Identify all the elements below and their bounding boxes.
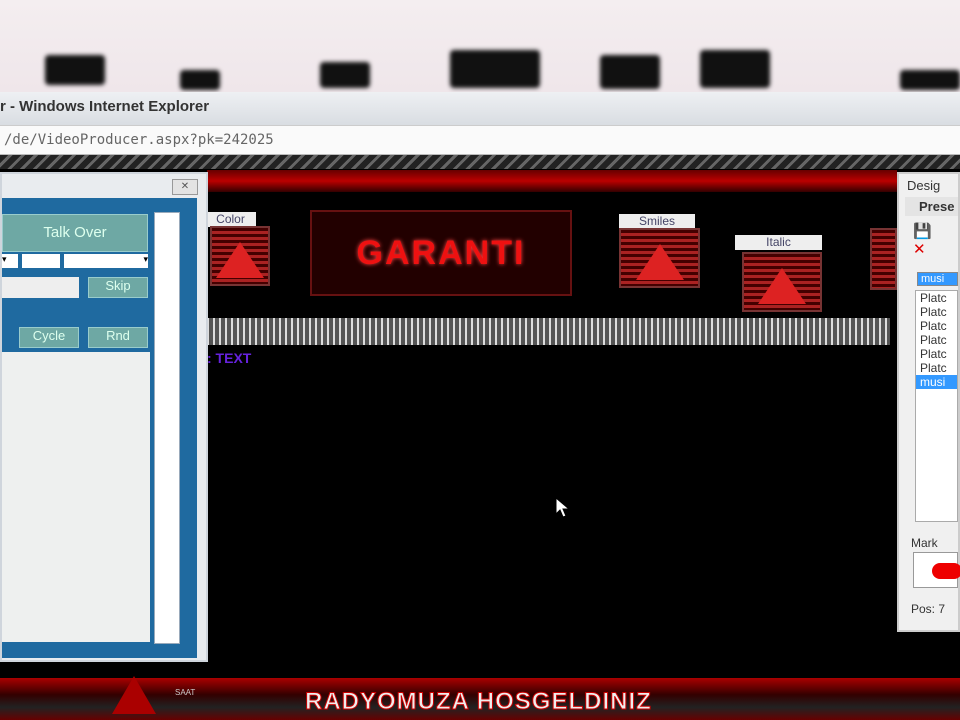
select-1[interactable]: ▾ (2, 254, 18, 268)
clock-label: SAAT (175, 688, 196, 697)
save-icon[interactable]: 💾 (913, 223, 932, 240)
record-button[interactable] (913, 552, 960, 588)
text-input[interactable] (2, 277, 79, 298)
list-item[interactable]: Platc (916, 319, 957, 333)
rnd-button[interactable]: Rnd (88, 327, 148, 348)
tab-presets[interactable]: Prese (905, 197, 958, 216)
list-item[interactable]: Platc (916, 361, 957, 375)
preset-input[interactable]: musi (917, 272, 958, 286)
dialog-panel: Talk Over ▾ ▾ Skip Cycle Rnd (2, 198, 197, 658)
dialog-title: Desig (907, 178, 941, 193)
message-list[interactable] (2, 352, 150, 642)
triangle-icon (758, 268, 806, 304)
smiles-label: Smiles (619, 214, 695, 229)
cycle-button[interactable]: Cycle (19, 327, 79, 348)
list-item-selected[interactable]: musi (916, 375, 957, 389)
site-logo: GARANTI (310, 210, 572, 296)
designer-dialog: Desig Prese 💾 ✕ musi Platc Platc Platc P… (897, 172, 960, 632)
red-header-strip (207, 170, 897, 192)
close-button[interactable]: ✕ (172, 179, 198, 195)
list-item[interactable]: Platc (916, 333, 957, 347)
italic-label: Italic (735, 235, 822, 250)
list-item[interactable]: Platc (916, 305, 957, 319)
window-title: r - Windows Internet Explorer (0, 98, 210, 115)
triangle-icon (216, 242, 264, 278)
color-button[interactable] (210, 226, 270, 286)
partial-button[interactable] (870, 228, 897, 290)
preset-list[interactable]: Platc Platc Platc Platc Platc Platc musi (915, 290, 958, 522)
scrollbar[interactable] (154, 212, 180, 644)
italic-button[interactable] (742, 252, 822, 312)
talk-over-dialog: ✕ Talk Over ▾ ▾ Skip Cycle Rnd (0, 172, 208, 662)
delete-icon[interactable]: ✕ (913, 241, 926, 258)
welcome-text: RADYOMUZA HOSGELDINIZ (305, 688, 652, 716)
marker-group-label: Mark (911, 536, 938, 550)
striped-bar (207, 318, 890, 345)
hatched-divider (0, 155, 960, 169)
text-label: : TEXT (207, 350, 252, 366)
address-bar[interactable]: /de/VideoProducer.aspx?pk=242025 (0, 125, 960, 155)
record-icon (932, 563, 960, 579)
position-readout: Pos: 7 (911, 602, 946, 616)
smiles-button[interactable] (619, 228, 700, 288)
talk-over-button[interactable]: Talk Over (2, 214, 148, 252)
list-item[interactable]: Platc (916, 291, 957, 305)
desktop-background (0, 0, 960, 92)
select-2[interactable] (22, 254, 60, 268)
color-label: Color (205, 212, 256, 227)
clock-icon (112, 676, 156, 714)
triangle-icon (635, 244, 684, 280)
list-item[interactable]: Platc (916, 347, 957, 361)
mouse-cursor-icon (555, 497, 571, 518)
select-3[interactable]: ▾ (64, 254, 148, 268)
skip-button[interactable]: Skip (88, 277, 148, 298)
browser-title-bar: r - Windows Internet Explorer (0, 92, 960, 125)
